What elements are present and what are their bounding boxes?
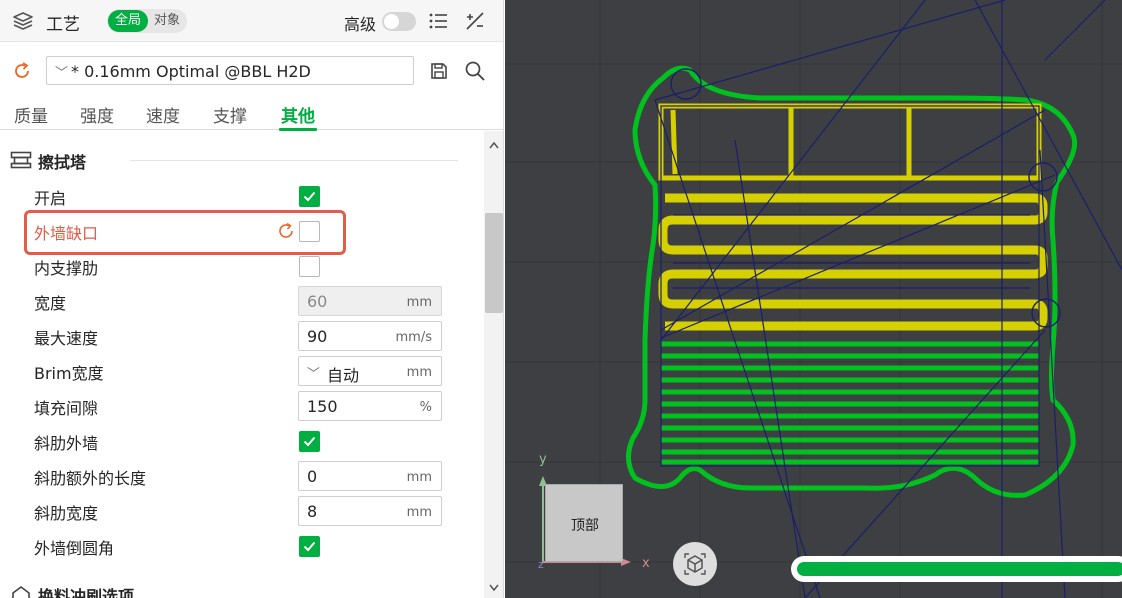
z-axis-label: z — [538, 558, 544, 571]
flush-icon — [10, 585, 32, 598]
save-icon[interactable] — [429, 61, 449, 85]
settings-scrollbar[interactable] — [484, 131, 503, 598]
layers-icon — [12, 11, 34, 35]
rib-wall-checkbox[interactable] — [299, 431, 320, 452]
check-icon — [303, 436, 316, 447]
setting-label: 斜肋额外的长度 — [34, 469, 147, 488]
setting-row-brim-width: Brim宽度 ﹀ 自动 mm — [0, 354, 484, 388]
setting-label: 宽度 — [34, 294, 67, 313]
setting-row-max-speed: 最大速度 90 mm/s — [0, 319, 484, 353]
outer-wall-path — [626, 65, 1078, 498]
check-icon — [303, 191, 316, 202]
process-header: 工艺 全局 对象 高级 — [0, 0, 503, 42]
3d-preview-viewport[interactable]: 顶部 y x z — [505, 0, 1122, 598]
process-settings-panel: 工艺 全局 对象 高级 ﹀ * 0.16mm Optimal @BBL H2D … — [0, 0, 504, 598]
field-unit: mm — [406, 505, 432, 520]
reset-view-button[interactable] — [673, 542, 717, 586]
chevron-down-icon: ﹀ — [55, 66, 69, 81]
advanced-switch[interactable] — [382, 12, 416, 31]
advanced-label: 高级 — [344, 15, 377, 34]
infill-gap-field[interactable]: 150 % — [298, 391, 442, 421]
chevron-up-icon[interactable] — [489, 141, 499, 149]
enable-checkbox[interactable] — [299, 186, 320, 207]
setting-label: 外墙倒圆角 — [34, 539, 115, 558]
layer-progress-slider[interactable] — [791, 556, 1122, 582]
field-value: 60 — [307, 292, 328, 311]
fillet-wall-checkbox[interactable] — [299, 536, 320, 557]
switch-knob — [384, 14, 399, 29]
wipe-tower-icon — [10, 151, 32, 173]
search-icon[interactable] — [464, 60, 486, 86]
reset-icon[interactable] — [12, 61, 32, 85]
field-value: 0 — [307, 467, 318, 486]
scrollbar-thumb[interactable] — [485, 213, 503, 313]
field-unit: mm/s — [395, 330, 432, 345]
settings-tabs: 质量 强度 速度 支撑 其他 — [0, 96, 503, 131]
setting-label: 开启 — [34, 189, 67, 208]
setting-row-rib-width: 斜肋宽度 8 mm — [0, 494, 484, 528]
tab-support[interactable]: 支撑 — [213, 102, 247, 127]
tab-speed[interactable]: 速度 — [146, 102, 180, 127]
section-title: 换料冲刷选项 — [38, 587, 135, 598]
field-value: 90 — [307, 327, 328, 346]
setting-row-width: 宽度 60 mm — [0, 284, 484, 318]
view-cube-label: 顶部 — [571, 518, 599, 534]
setting-row-inner-ribs: 内支撑肋 — [0, 249, 484, 283]
view-cube[interactable]: 顶部 — [545, 484, 623, 562]
section-divider — [130, 160, 458, 161]
chevron-down-icon: ﹀ — [307, 367, 321, 382]
scope-toggle[interactable]: 全局 对象 — [107, 9, 187, 33]
setting-label: 斜肋外墙 — [34, 434, 99, 453]
list-icon[interactable] — [428, 11, 448, 35]
setting-row-rib-wall: 斜肋外墙 — [0, 424, 484, 458]
preset-value: * 0.16mm Optimal @BBL H2D — [71, 62, 311, 81]
tab-others[interactable]: 其他 — [279, 102, 317, 131]
preset-select[interactable]: ﹀ * 0.16mm Optimal @BBL H2D — [46, 56, 414, 85]
scope-global-option[interactable]: 全局 — [108, 10, 148, 32]
setting-label: 斜肋宽度 — [34, 504, 99, 523]
field-unit: % — [419, 400, 432, 415]
panel-title: 工艺 — [46, 15, 80, 35]
width-field: 60 mm — [298, 286, 442, 316]
preset-row: ﹀ * 0.16mm Optimal @BBL H2D — [0, 50, 503, 92]
rib-width-field[interactable]: 8 mm — [298, 496, 442, 526]
field-value: 自动 — [327, 366, 360, 385]
setting-row-enable: 开启 — [0, 179, 484, 213]
cube-icon — [684, 553, 706, 575]
rib-extra-length-field[interactable]: 0 mm — [298, 461, 442, 491]
settings-content: 擦拭塔 开启 外墙缺口 内支撑肋 宽度 60 mm 最大速度 90 mm/s B… — [0, 131, 484, 598]
setting-label: 最大速度 — [34, 329, 99, 348]
field-value: 150 — [307, 397, 338, 416]
section-title: 擦拭塔 — [38, 153, 87, 172]
field-value: 8 — [307, 502, 318, 521]
setting-row-fillet-wall: 外墙倒圆角 — [0, 529, 484, 563]
setting-label: 内支撑肋 — [34, 259, 99, 278]
field-unit: mm — [406, 295, 432, 310]
tab-quality[interactable]: 质量 — [14, 102, 48, 127]
setting-label: 填充间隙 — [34, 399, 99, 418]
scope-object-option[interactable]: 对象 — [149, 10, 185, 32]
brim-width-select[interactable]: ﹀ 自动 mm — [298, 356, 442, 386]
progress-fill — [797, 562, 1122, 576]
compare-presets-icon[interactable] — [464, 10, 486, 36]
x-axis-label: x — [642, 556, 650, 571]
top-infill-boxes — [658, 103, 1042, 181]
max-speed-field[interactable]: 90 mm/s — [298, 321, 442, 351]
check-icon — [303, 541, 316, 552]
y-axis-label: y — [539, 452, 547, 467]
tab-strength[interactable]: 强度 — [80, 102, 114, 127]
field-unit: mm — [406, 365, 432, 380]
field-unit: mm — [406, 470, 432, 485]
inner-ribs-checkbox[interactable] — [299, 256, 320, 277]
setting-row-rib-extra-length: 斜肋额外的长度 0 mm — [0, 459, 484, 493]
chevron-down-icon[interactable] — [489, 584, 499, 592]
setting-row-infill-gap: 填充间隙 150 % — [0, 389, 484, 423]
travel-moves — [654, 0, 1122, 598]
setting-label: Brim宽度 — [34, 364, 104, 383]
